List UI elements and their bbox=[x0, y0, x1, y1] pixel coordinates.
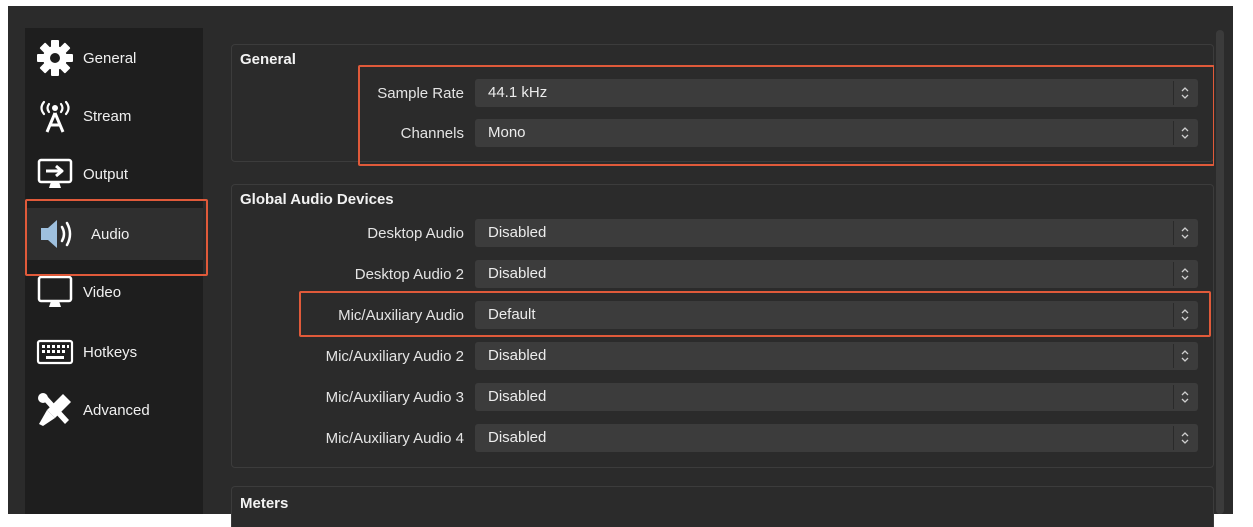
broadcast-antenna-icon bbox=[31, 94, 79, 138]
sidebar-item-general[interactable]: General bbox=[25, 32, 203, 84]
sample-rate-select[interactable]: 44.1 kHz bbox=[475, 79, 1198, 107]
device-label: Desktop Audio 2 bbox=[354, 266, 464, 283]
general-group: General Sample Rate 44.1 kHz Channels Mo… bbox=[231, 44, 1214, 162]
mic-auxiliary-audio-3-select[interactable]: Disabled bbox=[475, 383, 1198, 411]
device-value: Disabled bbox=[488, 388, 547, 405]
device-label: Mic/Auxiliary Audio 3 bbox=[325, 389, 464, 406]
device-value: Disabled bbox=[488, 347, 547, 364]
channels-select[interactable]: Mono bbox=[475, 119, 1198, 147]
device-value: Default bbox=[488, 306, 536, 323]
monitor-icon bbox=[31, 270, 79, 314]
sidebar-item-advanced[interactable]: Advanced bbox=[25, 384, 203, 436]
chevron-updown-icon bbox=[1173, 221, 1196, 245]
tools-icon bbox=[31, 388, 79, 432]
device-row: Mic/Auxiliary Audio Default bbox=[232, 301, 1213, 331]
sample-rate-label: Sample Rate bbox=[377, 85, 464, 102]
global-audio-devices-group: Global Audio Devices Desktop Audio Disab… bbox=[231, 184, 1214, 468]
chevron-updown-icon bbox=[1173, 385, 1196, 409]
meters-group: Meters bbox=[231, 486, 1214, 527]
group-title: Global Audio Devices bbox=[240, 191, 394, 208]
chevron-updown-icon bbox=[1173, 426, 1196, 450]
group-title: General bbox=[240, 51, 296, 68]
settings-sidebar: General Stream Output Audio Video Hotkey… bbox=[25, 28, 203, 514]
device-value: Disabled bbox=[488, 429, 547, 446]
device-label: Mic/Auxiliary Audio bbox=[338, 307, 464, 324]
sidebar-item-label: Audio bbox=[91, 225, 130, 243]
device-row: Desktop Audio Disabled bbox=[232, 219, 1213, 249]
mic-auxiliary-audio-2-select[interactable]: Disabled bbox=[475, 342, 1198, 370]
chevron-updown-icon bbox=[1173, 121, 1196, 145]
sidebar-item-video[interactable]: Video bbox=[25, 266, 203, 318]
output-monitor-icon bbox=[31, 152, 79, 196]
sidebar-item-output[interactable]: Output bbox=[25, 148, 203, 200]
speaker-icon bbox=[31, 212, 79, 256]
sidebar-item-stream[interactable]: Stream bbox=[25, 90, 203, 142]
device-label: Mic/Auxiliary Audio 2 bbox=[325, 348, 464, 365]
chevron-updown-icon bbox=[1173, 303, 1196, 327]
channels-value: Mono bbox=[488, 124, 526, 141]
sidebar-item-hotkeys[interactable]: Hotkeys bbox=[25, 326, 203, 378]
device-label: Desktop Audio bbox=[367, 225, 464, 242]
chevron-updown-icon bbox=[1173, 344, 1196, 368]
sidebar-item-label: Advanced bbox=[83, 401, 150, 419]
chevron-updown-icon bbox=[1173, 81, 1196, 105]
device-value: Disabled bbox=[488, 265, 547, 282]
device-row: Mic/Auxiliary Audio 3 Disabled bbox=[232, 383, 1213, 413]
sidebar-item-label: Video bbox=[83, 283, 122, 301]
mic-auxiliary-audio-select[interactable]: Default bbox=[475, 301, 1198, 329]
channels-label: Channels bbox=[400, 125, 464, 142]
gear-icon bbox=[31, 36, 79, 80]
sidebar-item-label: Stream bbox=[83, 107, 132, 125]
sample-rate-row: Sample Rate 44.1 kHz bbox=[232, 79, 1213, 109]
desktop-audio-2-select[interactable]: Disabled bbox=[475, 260, 1198, 288]
channels-row: Channels Mono bbox=[232, 119, 1213, 149]
keyboard-icon bbox=[31, 330, 79, 374]
sample-rate-value: 44.1 kHz bbox=[488, 84, 548, 101]
sidebar-item-label: Hotkeys bbox=[83, 343, 138, 361]
group-title: Meters bbox=[240, 495, 289, 512]
sidebar-item-label: General bbox=[83, 49, 137, 67]
device-value: Disabled bbox=[488, 224, 547, 241]
device-row: Mic/Auxiliary Audio 2 Disabled bbox=[232, 342, 1213, 372]
device-row: Mic/Auxiliary Audio 4 Disabled bbox=[232, 424, 1213, 454]
sidebar-item-audio[interactable]: Audio bbox=[25, 208, 203, 260]
device-row: Desktop Audio 2 Disabled bbox=[232, 260, 1213, 290]
chevron-updown-icon bbox=[1173, 262, 1196, 286]
vertical-scrollbar[interactable] bbox=[1214, 30, 1226, 514]
desktop-audio-select[interactable]: Disabled bbox=[475, 219, 1198, 247]
device-label: Mic/Auxiliary Audio 4 bbox=[325, 430, 464, 447]
scrollbar-thumb[interactable] bbox=[1216, 30, 1224, 514]
mic-auxiliary-audio-4-select[interactable]: Disabled bbox=[475, 424, 1198, 452]
sidebar-item-label: Output bbox=[83, 165, 129, 183]
